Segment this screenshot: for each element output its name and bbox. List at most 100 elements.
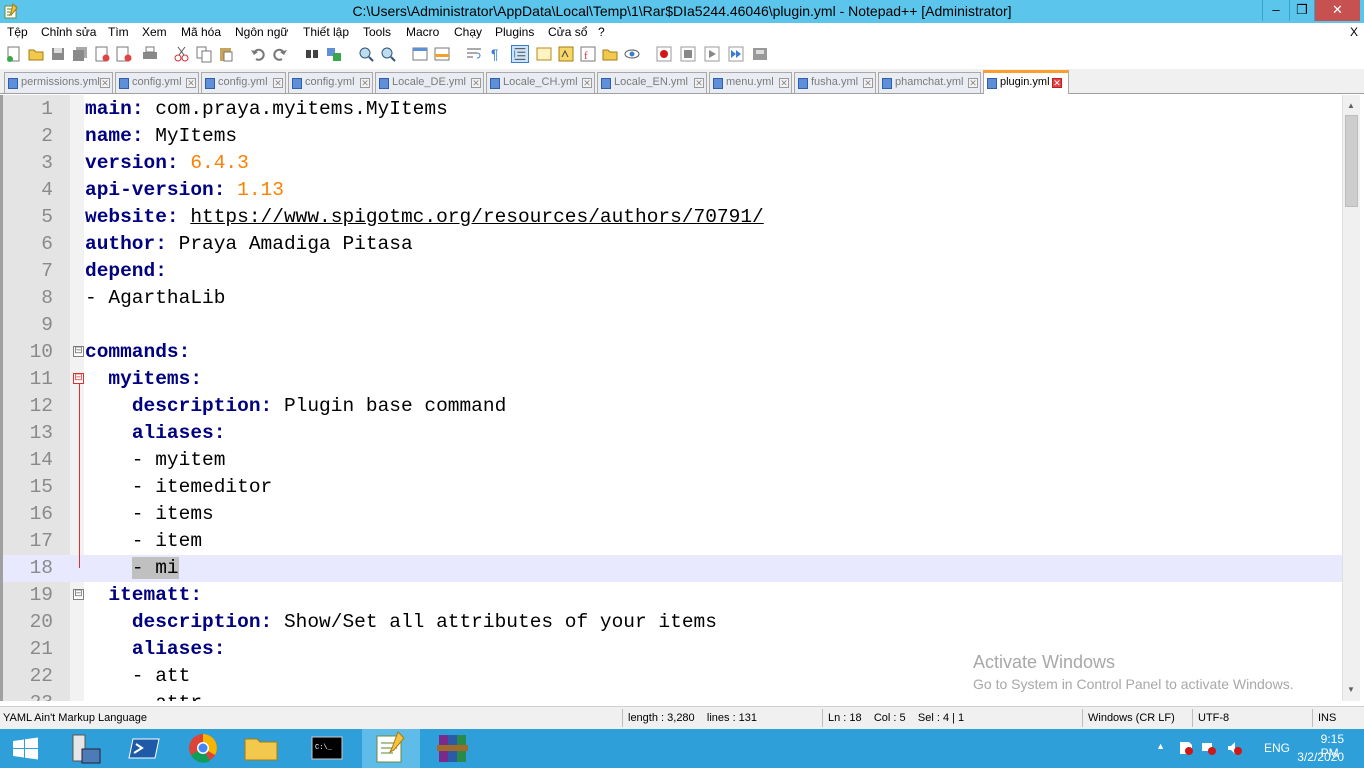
code-line[interactable]: 1 main: com.praya.myitems.MyItems xyxy=(3,96,1342,123)
monitoring-icon[interactable] xyxy=(623,45,641,63)
tab-plugin-yml[interactable]: plugin.yml ✕ xyxy=(983,70,1069,94)
menu-run[interactable]: Chạy xyxy=(454,25,482,39)
code-line[interactable]: 15 - itemeditor xyxy=(3,474,1342,501)
new-file-icon[interactable] xyxy=(5,45,23,63)
cut-icon[interactable] xyxy=(173,45,191,63)
zoom-out-icon[interactable] xyxy=(379,45,397,63)
menu-encoding[interactable]: Mã hóa xyxy=(181,25,221,39)
code-line[interactable]: 3 version: 6.4.3 xyxy=(3,150,1342,177)
code-line[interactable]: 13 aliases: xyxy=(3,420,1342,447)
tab-config-yml-1[interactable]: config.yml ✕ xyxy=(115,72,199,93)
menu-edit[interactable]: Chỉnh sửa xyxy=(41,25,96,39)
folder-as-workspace-icon[interactable] xyxy=(601,45,619,63)
vertical-scrollbar[interactable]: ▲ ▼ xyxy=(1342,95,1360,701)
powershell-icon[interactable] xyxy=(116,729,174,768)
function-list-icon[interactable]: f xyxy=(579,45,597,63)
tab-phamchat-yml[interactable]: phamchat.yml ✕ xyxy=(878,72,981,93)
replace-icon[interactable] xyxy=(325,45,343,63)
tab-locale-de-yml[interactable]: Locale_DE.yml ✕ xyxy=(375,72,484,93)
save-macro-icon[interactable] xyxy=(751,45,769,63)
tab-close-icon[interactable]: ✕ xyxy=(582,78,592,88)
tab-close-icon[interactable]: ✕ xyxy=(186,78,196,88)
menu-plugins[interactable]: Plugins xyxy=(495,25,534,39)
code-line[interactable]: 8 - AgarthaLib xyxy=(3,285,1342,312)
code-line[interactable]: 19 itematt: xyxy=(3,582,1342,609)
close-all-icon[interactable] xyxy=(115,45,133,63)
undo-icon[interactable] xyxy=(249,45,267,63)
tab-locale-en-yml[interactable]: Locale_EN.yml ✕ xyxy=(597,72,707,93)
tab-close-icon[interactable]: ✕ xyxy=(360,78,370,88)
scrollbar-thumb[interactable] xyxy=(1345,115,1358,207)
stop-macro-icon[interactable] xyxy=(679,45,697,63)
save-icon[interactable] xyxy=(49,45,67,63)
save-all-icon[interactable] xyxy=(71,45,89,63)
command-prompt-icon[interactable]: C:\_ xyxy=(298,729,356,768)
tab-close-icon[interactable]: ✕ xyxy=(694,78,704,88)
document-map-icon[interactable] xyxy=(557,45,575,63)
volume-icon[interactable] xyxy=(1226,740,1242,756)
sync-horizontal-icon[interactable] xyxy=(433,45,451,63)
code-line[interactable]: 14 - myitem xyxy=(3,447,1342,474)
input-language[interactable]: ENG xyxy=(1264,741,1290,755)
menu-macro[interactable]: Macro xyxy=(406,25,439,39)
clock-date[interactable]: 3/2/2020 xyxy=(1297,750,1344,764)
scroll-down-icon[interactable]: ▼ xyxy=(1347,685,1355,694)
code-line[interactable]: 16 - items xyxy=(3,501,1342,528)
tab-close-icon[interactable]: ✕ xyxy=(471,78,481,88)
tab-permissions-yml[interactable]: permissions.yml ✕ xyxy=(4,72,113,93)
show-all-characters-icon[interactable]: ¶ xyxy=(487,45,505,63)
file-explorer-icon[interactable] xyxy=(232,729,290,768)
code-line[interactable]: 4 api-version: 1.13 xyxy=(3,177,1342,204)
tab-close-icon[interactable]: ✕ xyxy=(779,78,789,88)
winrar-icon[interactable] xyxy=(424,729,482,768)
server-manager-icon[interactable] xyxy=(58,729,116,768)
tab-close-icon[interactable]: ✕ xyxy=(863,78,873,88)
minimize-button[interactable]: ‒ xyxy=(1262,0,1289,21)
indent-guide-icon[interactable] xyxy=(511,45,529,63)
code-line[interactable]: 2 name: MyItems xyxy=(3,123,1342,150)
windows-start-icon[interactable] xyxy=(0,729,58,768)
code-line[interactable]: 6 author: Praya Amadiga Pitasa xyxy=(3,231,1342,258)
fold-toggle-icon[interactable]: ⊟ xyxy=(73,589,84,600)
tab-menu-yml[interactable]: menu.yml ✕ xyxy=(709,72,792,93)
code-line[interactable]: 10 commands: xyxy=(3,339,1342,366)
action-center-icon[interactable] xyxy=(1178,740,1194,756)
close-button[interactable]: ✕ xyxy=(1314,0,1360,21)
copy-icon[interactable] xyxy=(195,45,213,63)
notepadpp-taskbar-icon[interactable] xyxy=(362,729,420,768)
code-line[interactable]: 9 xyxy=(3,312,1342,339)
code-line[interactable]: 5 website: https://www.spigotmc.org/resou… xyxy=(3,204,1342,231)
close-file-icon[interactable] xyxy=(93,45,111,63)
paste-icon[interactable] xyxy=(217,45,235,63)
tab-close-icon[interactable]: ✕ xyxy=(273,78,283,88)
open-file-icon[interactable] xyxy=(27,45,45,63)
menu-help[interactable]: ? xyxy=(598,25,605,39)
close-document-button[interactable]: X xyxy=(1350,25,1358,39)
maximize-button[interactable]: ❐ xyxy=(1289,0,1314,21)
play-macro-icon[interactable] xyxy=(703,45,721,63)
fold-toggle-icon[interactable]: ⊟ xyxy=(73,373,84,384)
menu-language[interactable]: Ngôn ngữ xyxy=(235,25,288,39)
code-line[interactable]: 20 description: Show/Set all attributes … xyxy=(3,609,1342,636)
yaml-url[interactable]: https://www.spigotmc.org/resources/autho… xyxy=(190,206,763,228)
tray-overflow-icon[interactable]: ▲ xyxy=(1156,741,1165,751)
tab-locale-ch-yml[interactable]: Locale_CH.yml ✕ xyxy=(486,72,595,93)
sync-vertical-icon[interactable] xyxy=(411,45,429,63)
text-editor[interactable]: 1 main: com.praya.myitems.MyItems 2 name: M… xyxy=(0,95,1342,701)
find-icon[interactable] xyxy=(303,45,321,63)
zoom-in-icon[interactable] xyxy=(357,45,375,63)
tab-close-icon[interactable]: ✕ xyxy=(1052,78,1062,88)
tab-fusha-yml[interactable]: fusha.yml ✕ xyxy=(794,72,876,93)
menu-view[interactable]: Xem xyxy=(142,25,167,39)
code-line[interactable]: 12 description: Plugin base command xyxy=(3,393,1342,420)
redo-icon[interactable] xyxy=(271,45,289,63)
tab-close-icon[interactable]: ✕ xyxy=(100,78,110,88)
print-icon[interactable] xyxy=(141,45,159,63)
tab-close-icon[interactable]: ✕ xyxy=(968,78,978,88)
tab-config-yml-3[interactable]: config.yml ✕ xyxy=(288,72,373,93)
menu-file[interactable]: Tệp xyxy=(7,25,28,39)
fold-toggle-icon[interactable]: ⊟ xyxy=(73,346,84,357)
scroll-up-icon[interactable]: ▲ xyxy=(1347,101,1355,110)
word-wrap-icon[interactable] xyxy=(465,45,483,63)
code-line[interactable]: 11 myitems: xyxy=(3,366,1342,393)
